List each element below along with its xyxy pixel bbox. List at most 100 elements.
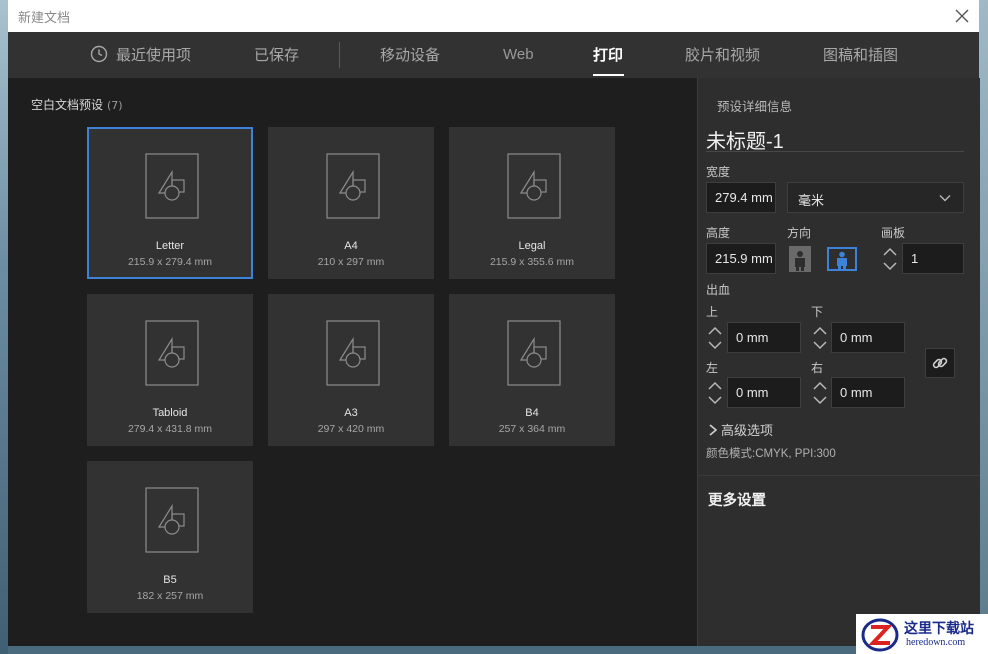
bleed-left-input[interactable]: 0 mm bbox=[727, 377, 801, 408]
preset-card-letter[interactable]: Letter 215.9 x 279.4 mm bbox=[87, 127, 253, 279]
preset-details-panel: 预设详细信息 未标题-1 宽度 279.4 mm 毫米 高度 215.9 mm … bbox=[697, 78, 980, 646]
preset-name: Legal bbox=[518, 240, 546, 252]
chevron-down-icon bbox=[939, 195, 951, 202]
preset-dimensions: 215.9 x 279.4 mm bbox=[127, 256, 213, 268]
document-icon bbox=[326, 153, 380, 219]
bleed-top-value: 0 mm bbox=[736, 330, 769, 345]
advanced-options-label: 高级选项 bbox=[721, 424, 774, 439]
tab-divider bbox=[339, 42, 340, 68]
preset-card-tabloid[interactable]: Tabloid 279.4 x 431.8 mm bbox=[87, 294, 253, 446]
bleed-right-value: 0 mm bbox=[840, 385, 873, 400]
document-icon bbox=[145, 153, 199, 219]
preset-name: A3 bbox=[344, 407, 358, 419]
height-label: 高度 bbox=[706, 226, 731, 240]
site-logo-icon bbox=[861, 618, 899, 652]
bleed-bottom-value: 0 mm bbox=[840, 330, 873, 345]
preset-name: Tabloid bbox=[152, 407, 188, 419]
tab-film-video[interactable]: 胶片和视频 bbox=[685, 44, 760, 65]
bleed-top-stepper[interactable] bbox=[706, 323, 724, 353]
bleed-right-input[interactable]: 0 mm bbox=[831, 377, 905, 408]
preset-card-b5[interactable]: B5 182 x 257 mm bbox=[87, 461, 253, 613]
chevron-right-icon bbox=[709, 424, 718, 436]
landscape-icon bbox=[827, 247, 857, 271]
width-label: 宽度 bbox=[706, 165, 731, 179]
tab-mobile[interactable]: 移动设备 bbox=[380, 44, 440, 65]
presets-heading: 空白文档预设 (7) bbox=[31, 96, 123, 113]
details-heading: 预设详细信息 bbox=[717, 99, 793, 114]
category-tabs: 最近使用项 已保存 移动设备 Web 打印 胶片和视频 图稿和插图 bbox=[8, 32, 979, 78]
bleed-left-stepper[interactable] bbox=[706, 378, 724, 408]
bleed-top-input[interactable]: 0 mm bbox=[727, 322, 801, 353]
document-icon bbox=[507, 153, 561, 219]
bleed-right-stepper[interactable] bbox=[811, 378, 829, 408]
document-name-field[interactable]: 未标题-1 bbox=[706, 125, 784, 154]
more-settings-button[interactable]: 更多设置 bbox=[708, 489, 766, 510]
preset-name: Letter bbox=[155, 240, 185, 252]
preset-dimensions: 257 x 364 mm bbox=[498, 423, 566, 435]
orientation-landscape-button[interactable] bbox=[827, 246, 857, 272]
preset-dimensions: 210 x 297 mm bbox=[317, 256, 385, 268]
title-bar: 新建文档 bbox=[8, 0, 979, 32]
watermark-badge: 这里下载站 heredown.com bbox=[856, 614, 988, 654]
bleed-bottom-label: 下 bbox=[811, 305, 824, 319]
preset-dimensions: 297 x 420 mm bbox=[317, 423, 385, 435]
artboard-input[interactable]: 1 bbox=[902, 243, 964, 274]
preset-name: B4 bbox=[525, 407, 539, 419]
preset-dimensions: 215.9 x 355.6 mm bbox=[489, 256, 575, 268]
color-mode-summary: 颜色模式:CMYK, PPI:300 bbox=[706, 448, 836, 460]
document-icon bbox=[507, 320, 561, 386]
clock-icon bbox=[90, 45, 108, 63]
unit-select[interactable]: 毫米 bbox=[787, 182, 964, 213]
artboard-value: 1 bbox=[911, 251, 919, 266]
bleed-bottom-stepper[interactable] bbox=[811, 323, 829, 353]
bleed-left-label: 左 bbox=[706, 361, 719, 375]
close-button[interactable] bbox=[951, 5, 973, 27]
orientation-label: 方向 bbox=[787, 226, 812, 240]
window-title: 新建文档 bbox=[18, 11, 71, 26]
preset-card-a4[interactable]: A4 210 x 297 mm bbox=[268, 127, 434, 279]
document-icon bbox=[145, 320, 199, 386]
active-tab-indicator bbox=[593, 74, 624, 76]
tab-web[interactable]: Web bbox=[503, 46, 534, 63]
tab-saved[interactable]: 已保存 bbox=[254, 44, 299, 65]
bleed-label: 出血 bbox=[706, 283, 731, 297]
preset-card-a3[interactable]: A3 297 x 420 mm bbox=[268, 294, 434, 446]
presets-count: (7) bbox=[107, 99, 123, 112]
presets-label: 空白文档预设 bbox=[31, 98, 104, 112]
unit-value: 毫米 bbox=[798, 193, 825, 208]
desktop-background-right bbox=[979, 0, 988, 654]
portrait-icon bbox=[789, 246, 811, 272]
bleed-bottom-input[interactable]: 0 mm bbox=[831, 322, 905, 353]
tab-art-illustration[interactable]: 图稿和插图 bbox=[823, 44, 898, 65]
watermark-title: 这里下载站 bbox=[904, 622, 974, 637]
link-icon bbox=[932, 357, 948, 369]
document-icon bbox=[145, 487, 199, 553]
desktop-background bbox=[0, 0, 8, 654]
name-underline bbox=[706, 151, 964, 152]
bleed-right-label: 右 bbox=[811, 361, 824, 375]
width-value: 279.4 mm bbox=[715, 190, 773, 205]
new-document-dialog: 新建文档 最近使用项 已保存 移动设备 Web 打印 胶片和视频 图稿和插图 空… bbox=[8, 0, 980, 646]
preset-card-b4[interactable]: B4 257 x 364 mm bbox=[449, 294, 615, 446]
watermark-subtitle: heredown.com bbox=[906, 637, 966, 648]
tab-recent[interactable]: 最近使用项 bbox=[116, 44, 191, 65]
orientation-portrait-button[interactable] bbox=[787, 246, 813, 272]
tab-print[interactable]: 打印 bbox=[593, 44, 623, 65]
preset-name: B5 bbox=[163, 574, 177, 586]
artboard-stepper[interactable] bbox=[881, 244, 899, 274]
preset-dimensions: 182 x 257 mm bbox=[136, 590, 204, 602]
preset-name: A4 bbox=[344, 240, 358, 252]
height-value: 215.9 mm bbox=[715, 251, 773, 266]
close-icon bbox=[955, 9, 969, 23]
bleed-top-label: 上 bbox=[706, 305, 719, 319]
preset-dimensions: 279.4 x 431.8 mm bbox=[127, 423, 213, 435]
link-bleed-button[interactable] bbox=[925, 348, 955, 378]
divider bbox=[698, 475, 980, 476]
advanced-options-toggle[interactable]: 高级选项 bbox=[708, 420, 773, 439]
preset-card-legal[interactable]: Legal 215.9 x 355.6 mm bbox=[449, 127, 615, 279]
width-input[interactable]: 279.4 mm bbox=[706, 182, 776, 213]
artboard-label: 画板 bbox=[881, 226, 906, 240]
document-icon bbox=[326, 320, 380, 386]
bleed-left-value: 0 mm bbox=[736, 385, 769, 400]
height-input[interactable]: 215.9 mm bbox=[706, 243, 776, 274]
